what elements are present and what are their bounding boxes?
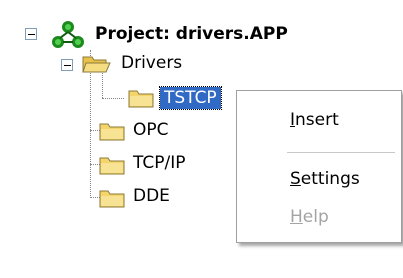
folder-open-icon xyxy=(82,56,111,73)
tree-item-tcpip[interactable]: TCP/IP xyxy=(133,152,186,174)
folder-icon xyxy=(99,157,125,175)
tree-line xyxy=(102,73,103,98)
menu-item-label: Help xyxy=(290,207,329,227)
collapse-toggle-drivers[interactable] xyxy=(61,59,73,71)
tree-item-tstcp[interactable]: TSTCP xyxy=(159,86,222,110)
project-icon xyxy=(52,21,84,48)
tree-item-drivers[interactable]: Drivers xyxy=(121,52,182,74)
context-menu: Insert Settings Help xyxy=(236,90,402,243)
tree-item-project[interactable]: Project: drivers.APP xyxy=(95,23,288,45)
menu-item-insert[interactable]: Insert xyxy=(290,109,339,131)
menu-item-help: Help xyxy=(290,206,329,228)
folder-icon xyxy=(99,123,125,141)
tree-item-opc[interactable]: OPC xyxy=(133,119,169,141)
menu-item-label: Insert xyxy=(290,110,339,130)
folder-icon xyxy=(128,90,154,108)
folder-icon xyxy=(99,190,125,208)
menu-item-settings[interactable]: Settings xyxy=(290,168,360,190)
collapse-toggle-root[interactable] xyxy=(25,28,37,40)
menu-item-label: Settings xyxy=(290,169,360,189)
tree-line xyxy=(102,98,124,99)
menu-separator xyxy=(287,152,395,153)
tree-item-dde[interactable]: DDE xyxy=(133,185,170,207)
